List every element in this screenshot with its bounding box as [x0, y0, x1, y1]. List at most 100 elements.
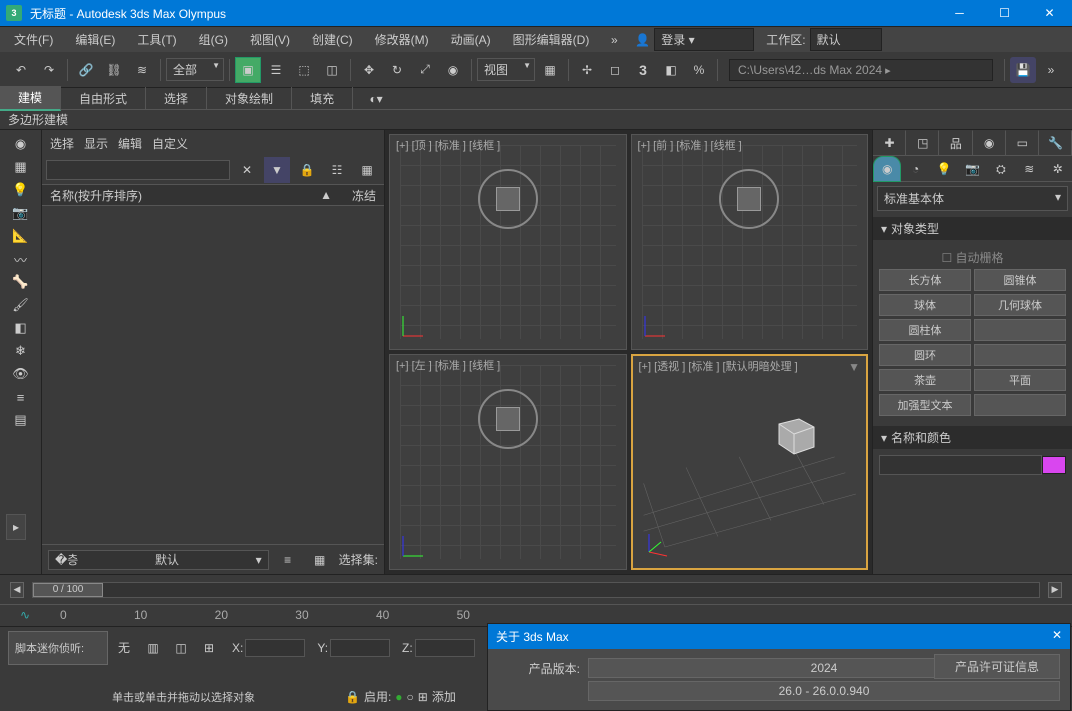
enable-toggle-icon[interactable]: ●: [395, 690, 402, 704]
licon-paint[interactable]: 🖌: [10, 294, 32, 316]
licon-sphere[interactable]: ◉: [10, 133, 32, 155]
cmd-tab-create[interactable]: ✚: [873, 130, 906, 156]
scene-tab-display[interactable]: 显示: [84, 135, 108, 152]
scene-tab-select[interactable]: 选择: [50, 135, 74, 152]
unlink-button[interactable]: ⛓: [101, 57, 127, 83]
licon-box[interactable]: ▦: [10, 156, 32, 178]
cmd-sub-shape[interactable]: ◔: [901, 156, 929, 182]
move-button[interactable]: ✥: [356, 57, 382, 83]
select-name-button[interactable]: ☰: [263, 57, 289, 83]
viewport-perspective[interactable]: [+] [透视 ] [标准 ] [默认明暗处理 ] ▼: [631, 354, 869, 570]
layer-config-button[interactable]: ▦: [307, 547, 333, 573]
scene-filter-button[interactable]: ▼: [264, 157, 290, 183]
cmd-tab-hierarchy[interactable]: 品: [939, 130, 972, 156]
vp-persp-label[interactable]: [+] [透视 ] [标准 ] [默认明暗处理 ]: [639, 358, 798, 374]
vp-top-label[interactable]: [+] [顶 ] [标准 ] [线框 ]: [396, 137, 500, 153]
ribbon-pill[interactable]: ◐▾: [363, 86, 389, 112]
menu-group[interactable]: 组(G): [189, 27, 238, 52]
save-button[interactable]: 💾: [1010, 57, 1036, 83]
obj-empty[interactable]: [974, 394, 1066, 416]
viewport-front[interactable]: [+] [前 ] [标准 ] [线框 ]: [631, 134, 869, 350]
lock-icon[interactable]: 🔒: [345, 690, 360, 704]
select-rect-button[interactable]: ⬚: [291, 57, 317, 83]
maximize-button[interactable]: ☐: [982, 0, 1027, 26]
cmd-tab-display[interactable]: ▭: [1006, 130, 1039, 156]
menu-edit[interactable]: 编辑(E): [65, 27, 125, 52]
licon-eye[interactable]: 👁: [10, 363, 32, 385]
login-dropdown[interactable]: 登录 ▾: [654, 28, 754, 51]
link-button[interactable]: 🔗: [73, 57, 99, 83]
rollout-name-head[interactable]: ▾ 名称和颜色: [873, 426, 1072, 449]
menu-overflow[interactable]: »: [601, 27, 627, 53]
window-crossing-button[interactable]: ◫: [319, 57, 345, 83]
obj-cone[interactable]: 圆锥体: [974, 269, 1066, 291]
grid-icon[interactable]: ⊞: [418, 690, 428, 704]
scene-tab-edit[interactable]: 编辑: [118, 135, 142, 152]
obj-tube[interactable]: [974, 319, 1066, 341]
autogrid-checkbox[interactable]: ☐ 自动栅格: [879, 246, 1066, 269]
licon-group[interactable]: ◧: [10, 317, 32, 339]
cmd-category-dropdown[interactable]: 标准基本体▾: [877, 186, 1068, 211]
snap-button[interactable]: ✢: [574, 57, 600, 83]
licon-light[interactable]: 💡: [10, 179, 32, 201]
vp-top-gizmo[interactable]: [478, 169, 538, 229]
scene-display-button[interactable]: ▦: [354, 157, 380, 183]
cmd-sub-helper[interactable]: ⛭: [987, 156, 1015, 182]
coord-z-input[interactable]: [415, 639, 475, 657]
scene-tree-button[interactable]: ☷: [324, 157, 350, 183]
ribbon-tab-objpaint[interactable]: 对象绘制: [207, 87, 292, 110]
about-license-button[interactable]: 产品许可证信息: [934, 654, 1060, 679]
cmd-sub-geometry[interactable]: ◉: [873, 156, 901, 182]
enable-off-icon[interactable]: ○: [407, 690, 414, 704]
scene-list[interactable]: [42, 206, 384, 544]
rollout-objtype-head[interactable]: ▾ 对象类型: [873, 217, 1072, 240]
bind-button[interactable]: ≋: [129, 57, 155, 83]
side-toggle[interactable]: ▸: [6, 514, 26, 540]
object-color-swatch[interactable]: [1042, 456, 1066, 474]
about-close[interactable]: ✕: [1052, 628, 1062, 645]
cmd-sub-system[interactable]: ✲: [1044, 156, 1072, 182]
status-icon-2[interactable]: ◫: [168, 635, 194, 661]
minimize-button[interactable]: ─: [937, 0, 982, 26]
licon-bone[interactable]: 🦴: [10, 271, 32, 293]
cmd-tab-utilities[interactable]: 🔧: [1039, 130, 1072, 156]
licon-camera[interactable]: 📷: [10, 202, 32, 224]
workspace-dropdown[interactable]: 默认: [810, 28, 882, 51]
obj-sphere[interactable]: 球体: [879, 294, 971, 316]
layer-stack-button[interactable]: ≡: [275, 547, 301, 573]
status-icon-3[interactable]: ⊞: [196, 635, 222, 661]
scene-tab-custom[interactable]: 自定义: [152, 135, 188, 152]
vp-persp-cube[interactable]: [769, 409, 819, 459]
redo-button[interactable]: ↷: [36, 57, 62, 83]
cmd-tab-modify[interactable]: ◳: [906, 130, 939, 156]
cmd-sub-light[interactable]: 💡: [930, 156, 958, 182]
menu-tools[interactable]: 工具(T): [127, 27, 186, 52]
menu-graph[interactable]: 图形编辑器(D): [503, 27, 600, 52]
ref-coord-dropdown[interactable]: 视图: [477, 58, 535, 81]
selection-filter-dropdown[interactable]: 全部: [166, 58, 224, 81]
spinner-snap-button[interactable]: %: [686, 57, 712, 83]
vp-front-gizmo[interactable]: [719, 169, 779, 229]
licon-snow[interactable]: ❄: [10, 340, 32, 362]
obj-textplus[interactable]: 加强型文本: [879, 394, 971, 416]
menu-view[interactable]: 视图(V): [240, 27, 300, 52]
viewport-top[interactable]: [+] [顶 ] [标准 ] [线框 ]: [389, 134, 627, 350]
status-icon-1[interactable]: ▥: [140, 635, 166, 661]
cmd-sub-camera[interactable]: 📷: [958, 156, 986, 182]
placement-button[interactable]: ◉: [440, 57, 466, 83]
pivot-button[interactable]: ▦: [537, 57, 563, 83]
licon-space[interactable]: 〰: [10, 248, 32, 270]
obj-pyramid[interactable]: [974, 344, 1066, 366]
licon-helper[interactable]: 📐: [10, 225, 32, 247]
time-prev[interactable]: ◀: [10, 582, 24, 598]
ribbon-tab-freeform[interactable]: 自由形式: [61, 87, 146, 110]
ribbon-tab-select[interactable]: 选择: [146, 87, 207, 110]
ribbon-tab-modeling[interactable]: 建模: [0, 86, 61, 111]
coord-y-input[interactable]: [330, 639, 390, 657]
obj-cylinder[interactable]: 圆柱体: [879, 319, 971, 341]
scene-search-input[interactable]: [46, 160, 230, 180]
menu-animation[interactable]: 动画(A): [441, 27, 501, 52]
time-slider[interactable]: 0 / 100: [32, 582, 1040, 598]
layer-dropdown[interactable]: �층默认▾: [48, 550, 269, 570]
scene-search-clear[interactable]: ✕: [234, 157, 260, 183]
